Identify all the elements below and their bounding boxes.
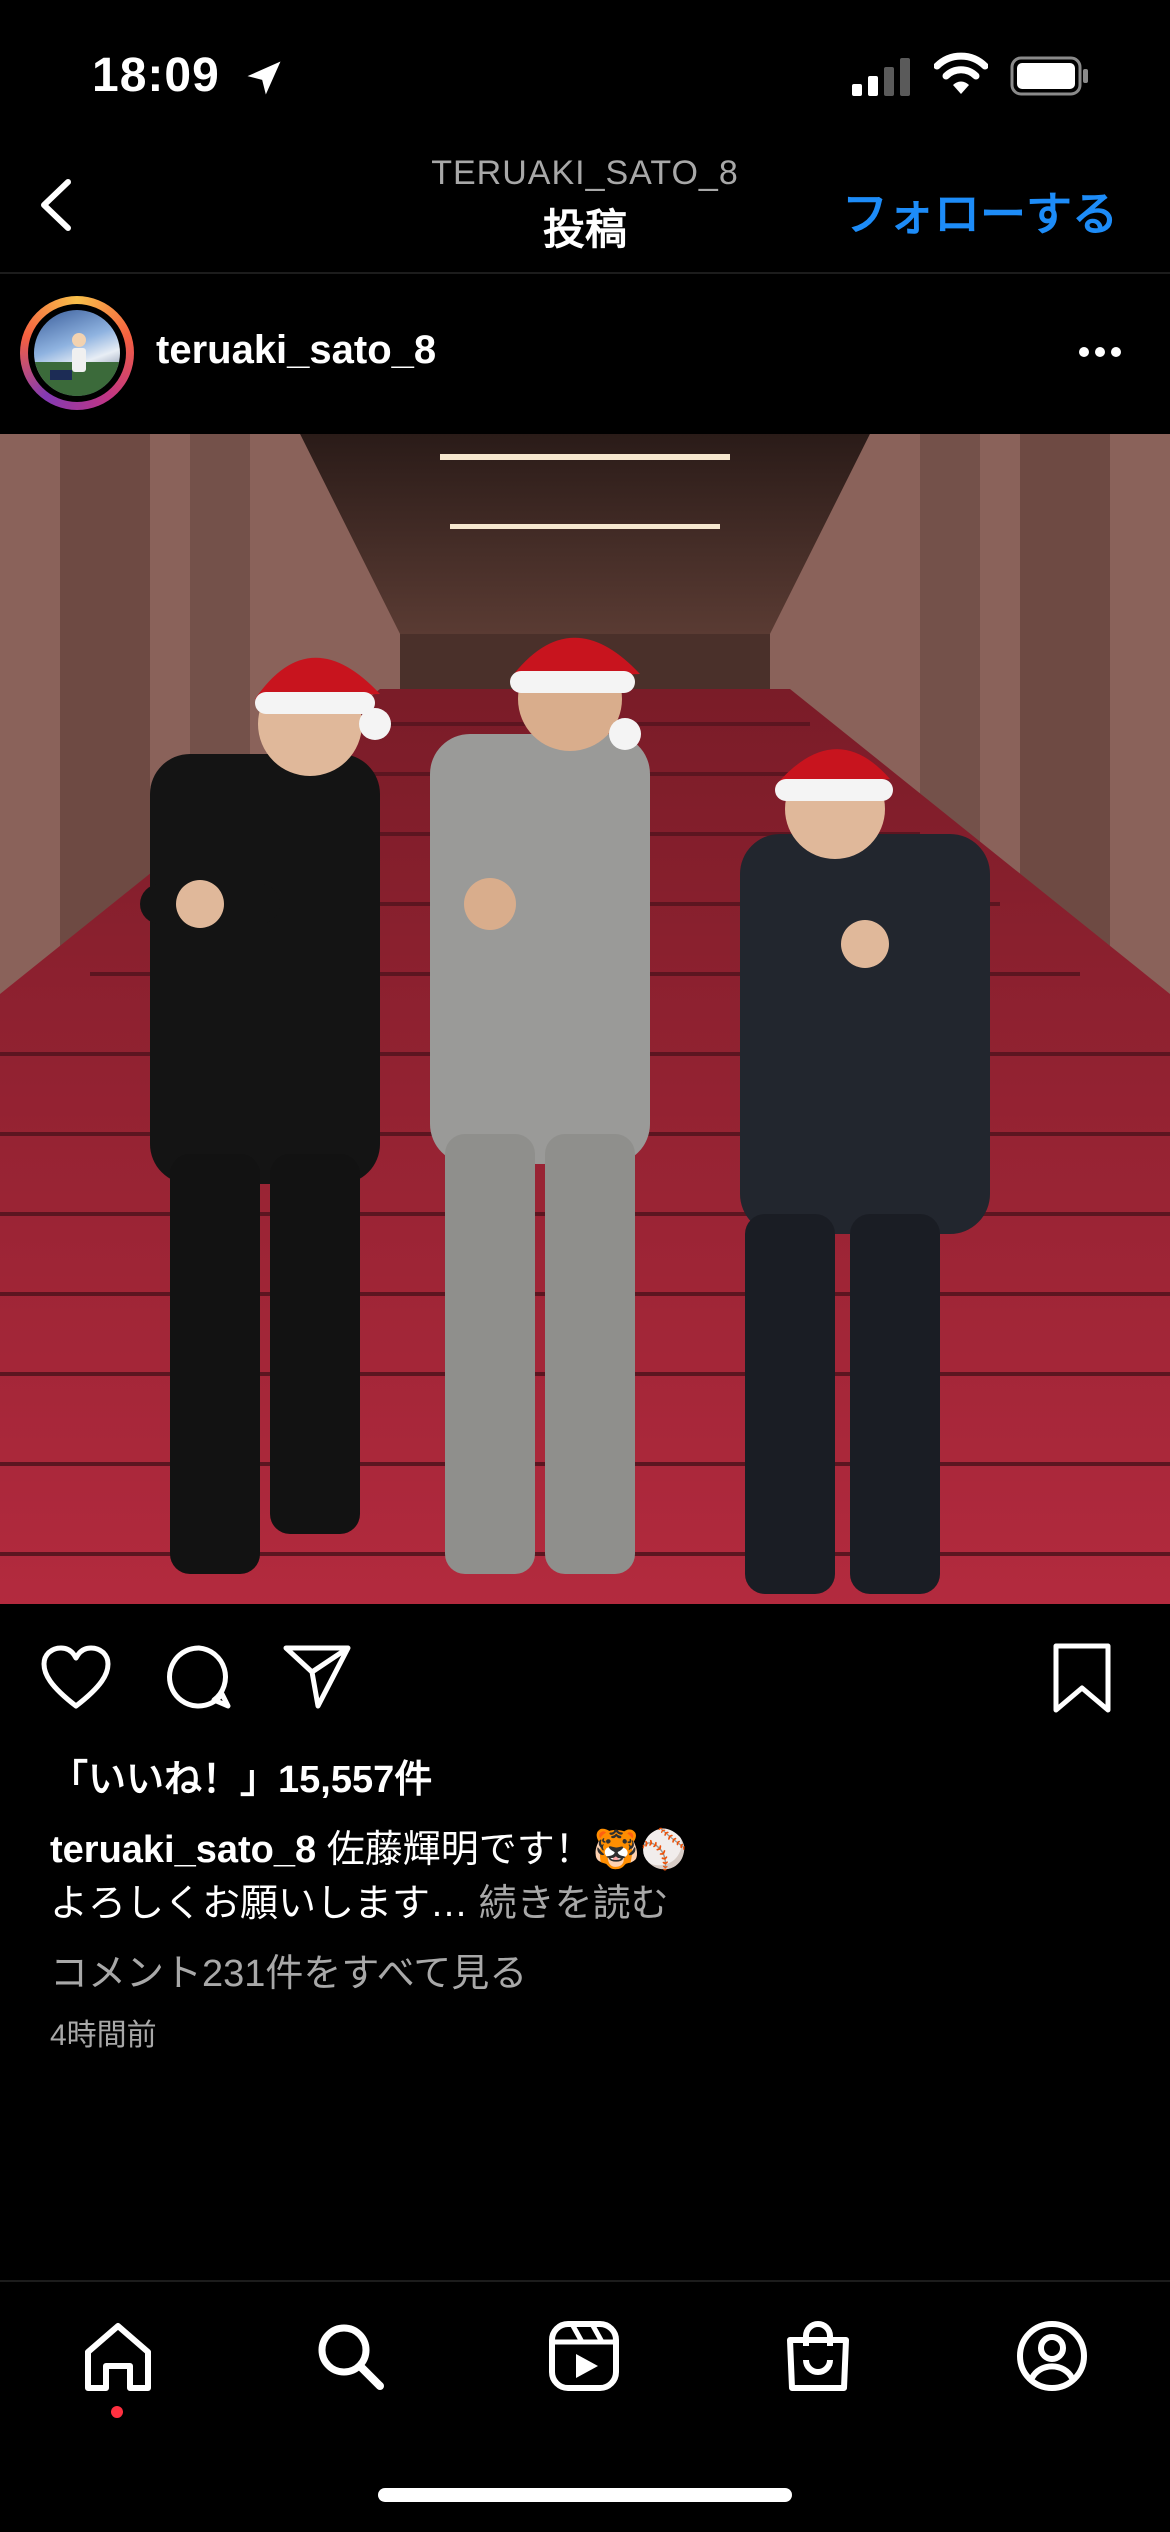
caption-line2: よろしくお願いします… xyxy=(50,1883,469,1925)
heart-icon[interactable] xyxy=(40,1644,112,1710)
likes-count[interactable]: 「いいね！」15,557件 xyxy=(50,1748,432,1803)
caption: teruaki_sato_8 佐藤輝明です！🐯⚾ xyxy=(50,1818,687,1873)
cellular-signal-icon xyxy=(852,58,910,96)
follow-button[interactable]: フォローする xyxy=(842,178,1118,244)
header-divider xyxy=(0,272,1170,274)
comment-icon[interactable] xyxy=(164,1642,234,1712)
read-more-link[interactable]: 続きを読む xyxy=(479,1883,669,1925)
caption-username[interactable]: teruaki_sato_8 xyxy=(50,1829,316,1871)
avatar-image xyxy=(34,310,120,396)
notification-dot xyxy=(111,2406,123,2418)
timestamp: 4時間前 xyxy=(50,2019,157,2052)
status-time: 18:09 xyxy=(92,49,220,102)
home-indicator[interactable] xyxy=(378,2488,792,2502)
battery-icon xyxy=(1010,56,1088,96)
photo-illustration xyxy=(0,434,1170,1604)
caption-text: 佐藤輝明です！🐯⚾ xyxy=(326,1829,688,1871)
tabbar-divider xyxy=(0,2280,1170,2282)
profile-icon[interactable] xyxy=(1012,2316,1092,2396)
post-username[interactable]: teruaki_sato_8 xyxy=(156,328,436,373)
shop-icon[interactable] xyxy=(778,2316,858,2396)
bookmark-icon[interactable] xyxy=(1050,1642,1114,1714)
more-options-icon[interactable] xyxy=(1070,322,1130,382)
location-arrow-icon xyxy=(247,61,281,95)
wifi-icon xyxy=(934,52,988,94)
home-icon[interactable] xyxy=(78,2316,158,2396)
search-icon[interactable] xyxy=(310,2316,390,2396)
reels-icon[interactable] xyxy=(544,2316,624,2396)
caption-continued: よろしくお願いします… 続きを読む xyxy=(50,1872,669,1927)
view-comments-link[interactable]: コメント231件をすべて見る xyxy=(50,1942,527,1997)
post-photo[interactable] xyxy=(0,434,1170,1604)
send-icon[interactable] xyxy=(282,1642,352,1710)
